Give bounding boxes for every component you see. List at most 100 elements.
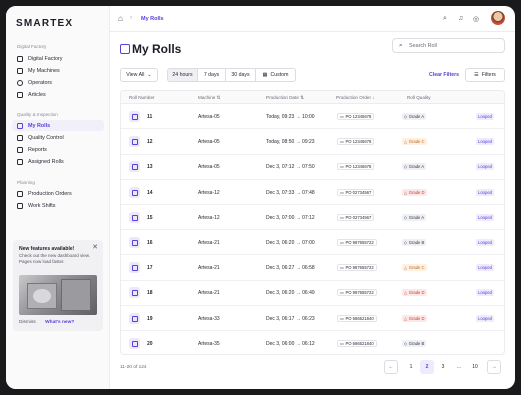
whats-new-link[interactable]: What's new? xyxy=(45,320,74,325)
sidebar-item-operators[interactable]: Operators xyxy=(12,77,104,88)
top-bar: ⌂ › My Rolls ⌕ ♫ ◎ xyxy=(110,6,515,32)
page-10[interactable]: 10 xyxy=(468,360,482,374)
doc-icon: ▭ xyxy=(340,340,344,346)
arrow-right-icon: → xyxy=(491,364,497,370)
grade-icon: △ xyxy=(404,189,408,195)
sidebar-item-reports[interactable]: Reports xyxy=(12,144,104,155)
production-date: Dec 3, 06:20 → 07:00 xyxy=(266,240,315,246)
filters-button[interactable]: ☰ Filters xyxy=(465,68,505,82)
page-ellipsis: ... xyxy=(456,364,462,370)
table-row[interactable]: 13 Artesa-05 Dec 3, 07:12 → 07:50 ▭ PO 12345… xyxy=(121,154,504,180)
close-icon[interactable]: ✕ xyxy=(92,243,98,251)
grade-badge: △ Grade D xyxy=(402,314,427,322)
roll-number: 15 xyxy=(147,214,153,221)
col-production-date[interactable]: Production Date ⇅ xyxy=(266,95,304,101)
table-row[interactable]: 17 Artesa-21 Dec 3, 06:27 → 06:58 ▭ PO 98765… xyxy=(121,255,504,281)
sidebar-item-articles[interactable]: Articles xyxy=(12,89,104,100)
search-input[interactable] xyxy=(409,41,499,51)
col-roll-quality[interactable]: Roll Quality xyxy=(407,95,431,100)
page-2[interactable]: 2 xyxy=(420,360,434,374)
grade-badge: ◇ Grade A xyxy=(402,163,427,171)
sidebar-item-assigned-rolls[interactable]: Assigned Rolls xyxy=(12,156,104,167)
production-order-badge: ▭ PO 987655722 xyxy=(337,289,377,297)
arrow-left-icon: ← xyxy=(388,364,394,370)
roll-icon xyxy=(129,287,140,299)
grade-icon: ◇ xyxy=(404,240,408,245)
status-badge: Looped xyxy=(476,113,494,120)
col-production-order[interactable]: Production Order ↓ xyxy=(336,95,375,100)
range-7-days[interactable]: 7 days xyxy=(198,69,226,81)
avatar[interactable] xyxy=(491,11,505,25)
doc-icon: ▭ xyxy=(340,139,344,145)
roll-number: 14 xyxy=(147,189,153,196)
sidebar-item-my-machines[interactable]: My Machines xyxy=(12,65,104,76)
grade-badge: ◇ Grade A xyxy=(402,213,427,221)
sidebar-item-my-rolls[interactable]: My Rolls xyxy=(12,120,104,131)
sidebar-item-work-shifts[interactable]: Work Shifts xyxy=(12,200,104,211)
grade-icon: ◇ xyxy=(404,214,408,220)
view-all-dropdown[interactable]: View All ⌄ xyxy=(120,68,158,82)
table-row[interactable]: 16 Artesa-21 Dec 3, 06:20 → 07:00 ▭ PO 98765… xyxy=(121,230,504,256)
page-title: My Rolls xyxy=(132,42,182,56)
page-1[interactable]: 1 xyxy=(404,360,418,374)
search-icon[interactable]: ⌕ xyxy=(443,15,447,23)
range-30-days[interactable]: 30 days xyxy=(226,69,256,81)
machine-name: Artesa-21 xyxy=(198,290,220,297)
col-machine[interactable]: Machine ⇅ xyxy=(198,95,221,101)
roll-icon xyxy=(129,186,140,198)
table-row[interactable]: 11 Artesa-05 Today, 09:23 → 10:00 ▭ PO 12345… xyxy=(121,104,504,130)
results-count: 11-20 of 124 xyxy=(120,365,147,370)
grade-icon: △ xyxy=(404,315,408,321)
article-icon xyxy=(17,91,23,98)
doc-icon: ▭ xyxy=(340,164,344,170)
production-order-badge: ▭ PO 12345678 xyxy=(337,163,375,171)
filter-icon: ☰ xyxy=(474,72,479,78)
doc-icon: ▭ xyxy=(340,265,344,271)
doc-icon: ▭ xyxy=(340,315,344,321)
machine-name: Artesa-05 xyxy=(198,139,220,146)
table-row[interactable]: 20 Artesa-35 Dec 3, 06:00 → 06:12 ▭ PO 66652… xyxy=(121,331,504,354)
assigned-icon xyxy=(17,158,23,165)
globe-icon[interactable]: ◎ xyxy=(473,15,479,23)
machine-name: Artesa-21 xyxy=(198,240,220,246)
bell-icon[interactable]: ♫ xyxy=(458,15,463,22)
grade-icon: △ xyxy=(404,265,408,271)
roll-icon xyxy=(129,136,140,148)
section-title-digital-factory: Digital Factory xyxy=(17,44,47,49)
sidebar-item-production-orders[interactable]: Production Orders xyxy=(12,188,104,199)
range-custom[interactable]: ▦ Custom xyxy=(256,69,295,81)
status-badge: Looped xyxy=(476,138,494,146)
clear-filters-button[interactable]: Clear Filters xyxy=(429,72,459,78)
status-badge: Looped xyxy=(476,264,494,272)
table-row[interactable]: 15 Artesa-12 Dec 3, 07:00 → 07:12 ▭ PO 02734… xyxy=(121,205,504,231)
table-row[interactable]: 14 Artesa-12 Dec 3, 07:33 → 07:48 ▭ PO 02734… xyxy=(121,180,504,205)
sidebar-item-digital-factory[interactable]: Digital Factory xyxy=(12,53,104,64)
dismiss-link[interactable]: Dismiss xyxy=(19,320,36,325)
grade-badge: ◇ Grade B xyxy=(402,239,427,246)
sidebar-item-quality-control[interactable]: Quality Control xyxy=(12,132,104,143)
table-row[interactable]: 12 Artesa-05 Today, 08:50 → 09:23 ▭ PO 12345… xyxy=(121,129,504,155)
breadcrumb-current[interactable]: My Rolls xyxy=(141,16,164,22)
doc-icon: ▭ xyxy=(340,114,344,119)
roll-icon xyxy=(129,337,140,349)
production-order-badge: ▭ PO 987655722 xyxy=(337,239,377,246)
range-24-hours[interactable]: 24 hours xyxy=(168,69,198,81)
prev-page-button[interactable]: ← xyxy=(384,360,398,374)
table-row[interactable]: 19 Artesa-33 Dec 3, 06:17 → 06:23 ▭ PO 66652… xyxy=(121,306,504,331)
grade-badge: ◇ Grade A xyxy=(402,113,427,120)
roll-number: 13 xyxy=(147,164,153,171)
roll-number: 11 xyxy=(147,114,153,120)
rolls-table: Roll Number Machine ⇅ Production Date ⇅ … xyxy=(120,90,505,355)
doc-icon: ▭ xyxy=(340,240,344,245)
production-order-badge: ▭ PO 666521840 xyxy=(337,314,377,322)
col-roll-number[interactable]: Roll Number xyxy=(129,95,155,100)
next-page-button[interactable]: → xyxy=(487,360,501,374)
production-date: Dec 3, 07:12 → 07:50 xyxy=(266,164,315,171)
production-date: Dec 3, 07:00 → 07:12 xyxy=(266,214,315,221)
table-row[interactable]: 18 Artesa-21 Dec 3, 06:20 → 06:49 ▭ PO 98765… xyxy=(121,280,504,306)
production-order-badge: ▭ PO 12345678 xyxy=(337,113,375,120)
home-icon[interactable]: ⌂ xyxy=(118,14,123,23)
page-3[interactable]: 3 xyxy=(436,360,450,374)
roll-icon xyxy=(129,111,140,122)
report-icon xyxy=(17,146,23,153)
